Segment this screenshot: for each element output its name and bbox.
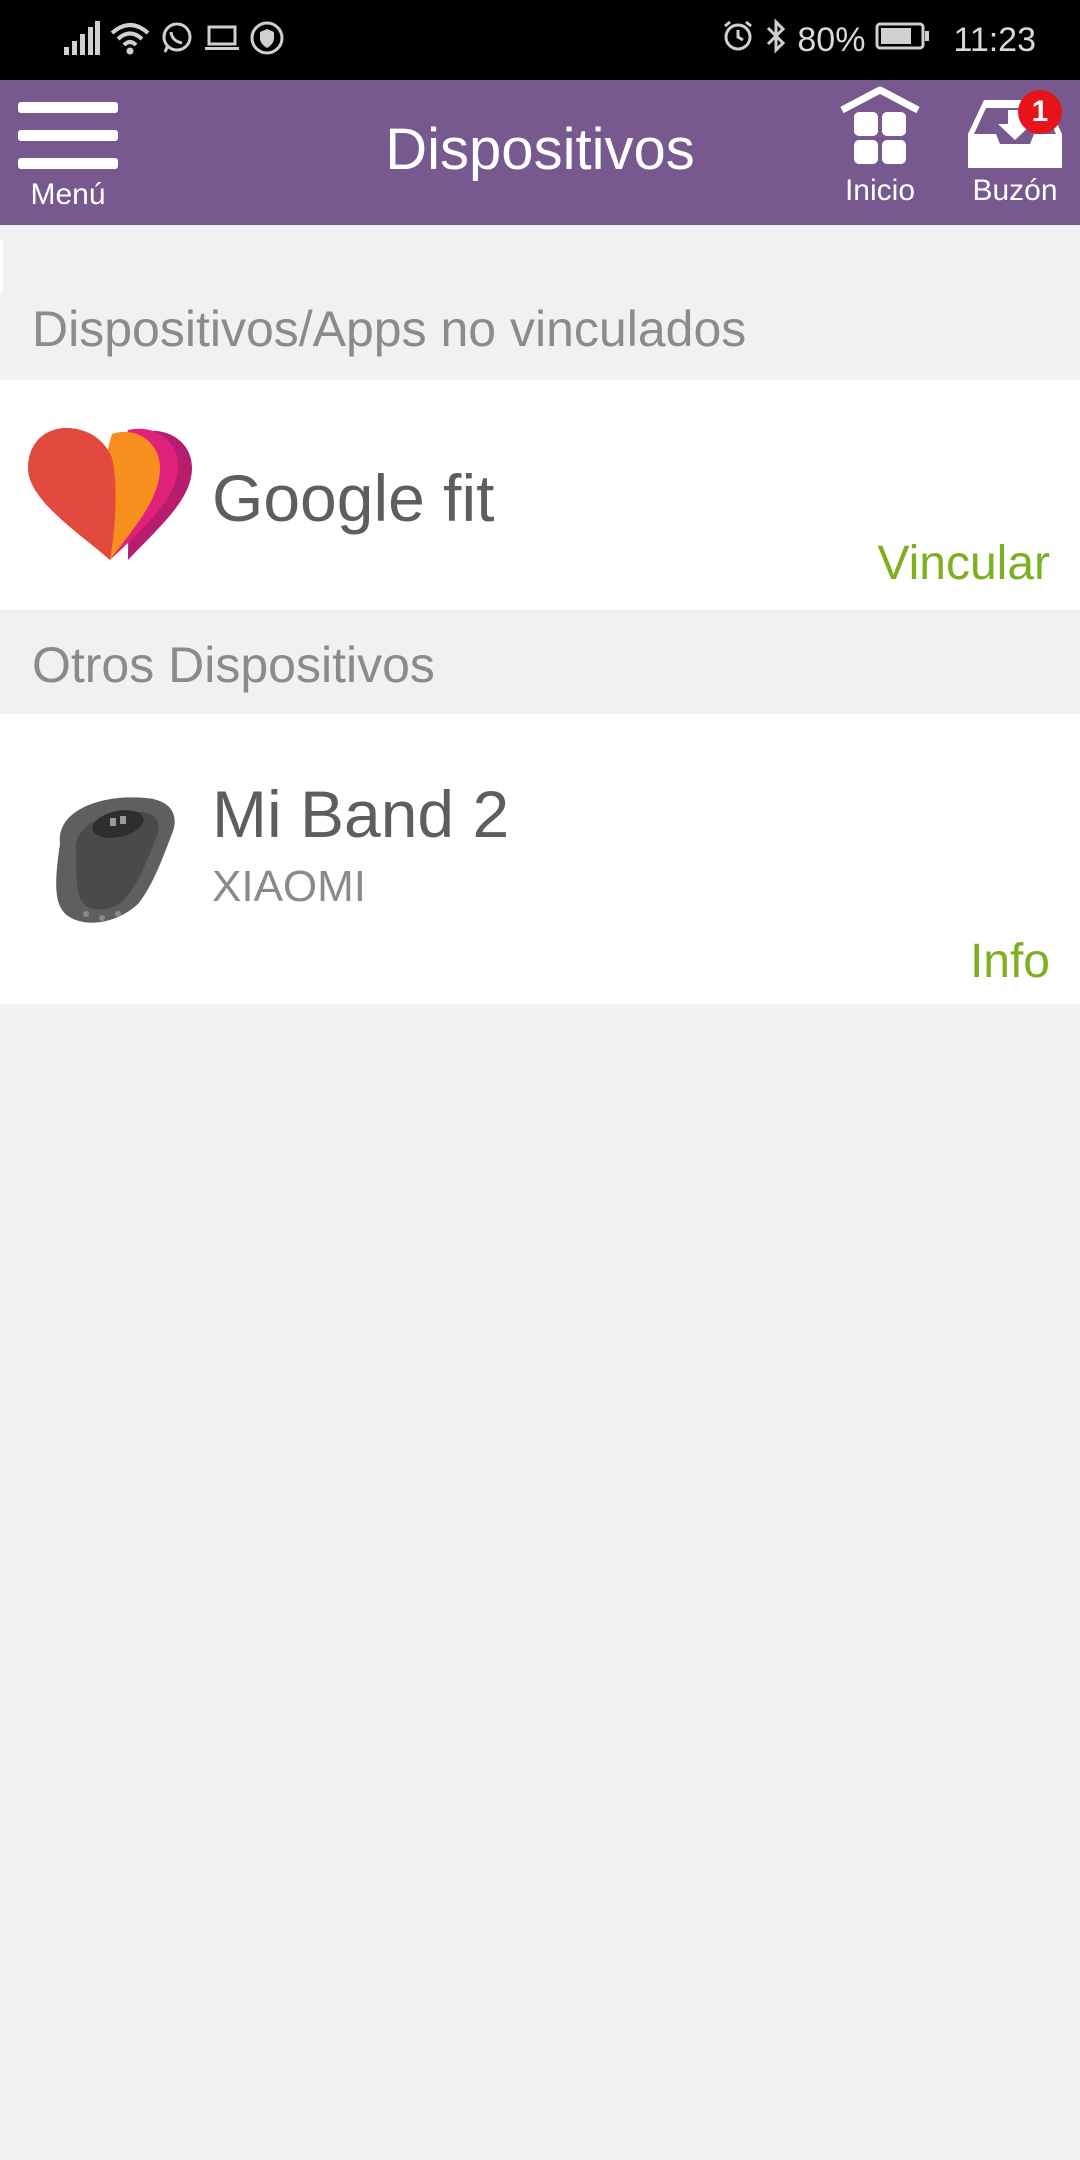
list-item-mi-band-2: Mi Band 2 XIAOMI Info	[0, 714, 1080, 1004]
inbox-button[interactable]: 1 Buzón	[960, 86, 1070, 216]
inbox-badge: 1	[1018, 90, 1062, 134]
mi-band-brand: XIAOMI	[212, 862, 367, 911]
wifi-icon	[110, 21, 150, 60]
whatsapp-icon	[160, 21, 194, 60]
menu-label: Menú	[30, 178, 106, 211]
app-bar: Menú Dispositivos Inicio 1 Buzón	[0, 80, 1080, 225]
list-item-google-fit: Google fit Vincular	[0, 380, 1080, 610]
other-devices-header: Otros Dispositivos	[32, 637, 435, 693]
page-title: Dispositivos	[385, 117, 695, 182]
alarm-icon	[721, 19, 755, 62]
mi-band-title: Mi Band 2	[212, 777, 510, 851]
status-bar-left	[64, 18, 284, 62]
signal-icon	[64, 20, 100, 60]
shield-icon	[250, 21, 284, 60]
home-button[interactable]: Inicio	[830, 86, 930, 216]
fitness-band-icon	[46, 784, 182, 939]
inbox-label: Buzón	[972, 174, 1058, 207]
google-fit-heart-icon	[28, 424, 192, 569]
laptop-icon	[204, 23, 240, 58]
google-fit-title: Google fit	[212, 461, 495, 535]
battery-percentage: 80%	[797, 20, 866, 59]
menu-button[interactable]: Menú	[16, 94, 120, 214]
status-bar: 80% 11:23	[0, 0, 1080, 80]
divider	[0, 240, 3, 292]
clock: 11:23	[953, 20, 1036, 59]
battery-icon	[875, 21, 931, 60]
link-button[interactable]: Vincular	[877, 536, 1050, 591]
unlinked-section-header: Dispositivos/Apps no vinculados	[32, 301, 747, 357]
info-button[interactable]: Info	[970, 934, 1050, 989]
bluetooth-icon	[765, 17, 787, 63]
home-icon	[840, 86, 920, 177]
status-bar-right: 80% 11:23	[721, 17, 1036, 63]
home-label: Inicio	[844, 174, 916, 207]
